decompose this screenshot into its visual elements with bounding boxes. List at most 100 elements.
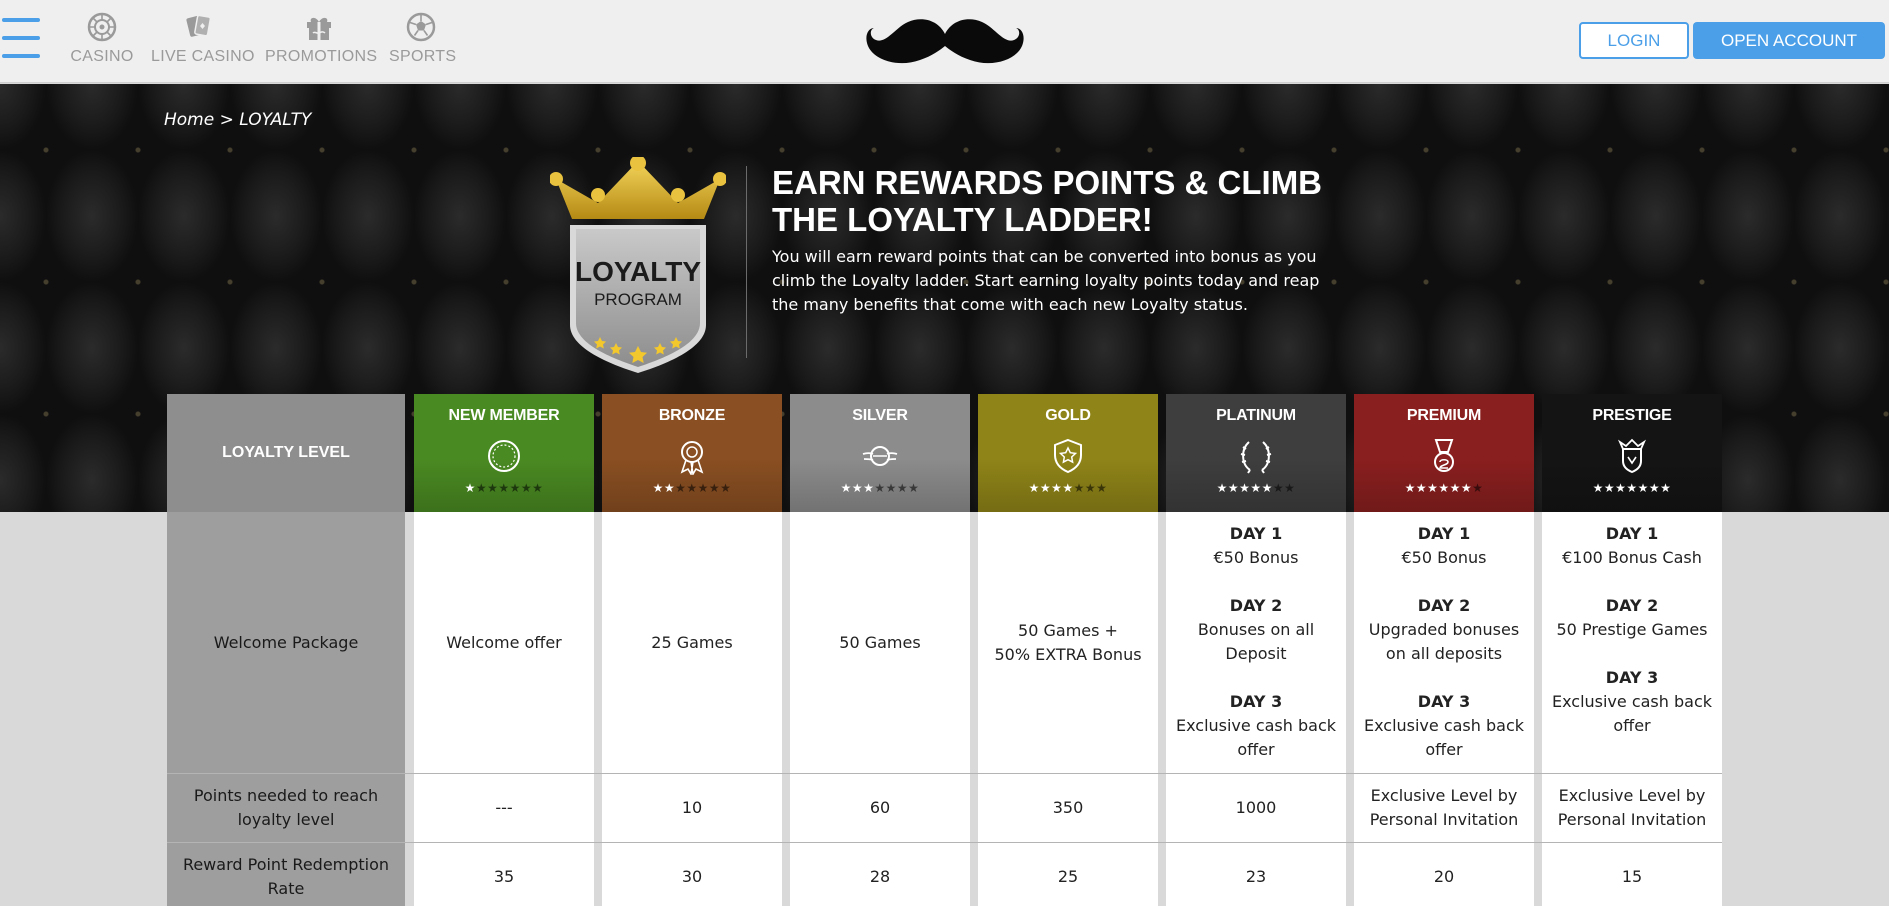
redemption-rate-value: 25	[1057, 867, 1079, 886]
level-stars: ★★★★★★★	[1542, 481, 1722, 495]
loyalty-level-header-text: LOYALTY LEVEL	[222, 444, 350, 461]
welcome-day-label: DAY 1	[1229, 524, 1283, 543]
loyalty-level-header: LOYALTY LEVEL	[167, 394, 405, 512]
level-stars: ★★★★★★★	[790, 481, 970, 495]
nav-sports[interactable]: SPORTS	[389, 12, 457, 66]
nav-promotions-label: PROMOTIONS	[265, 48, 378, 65]
points-needed-cell: Exclusive Level by Personal Invitation	[1354, 774, 1534, 842]
cards-icon	[186, 14, 212, 37]
redemption-rate-cell: 35	[414, 843, 594, 906]
star-empty-icon: ★	[720, 481, 732, 495]
redemption-rate-cell: 15	[1542, 843, 1722, 906]
row-label-points: Points needed to reach loyalty level	[167, 774, 405, 842]
star-empty-icon: ★	[532, 481, 544, 495]
star-empty-icon: ★	[686, 481, 698, 495]
welcome-day-text: offer	[1425, 740, 1463, 759]
level-name: GOLD	[1045, 407, 1091, 424]
welcome-package-text: DAY 1 €50 Bonus DAY 2 Bonuses on all Deposit…	[1166, 512, 1346, 762]
welcome-day-label: DAY 3	[1229, 692, 1283, 711]
welcome-offer-text: 25 Games	[651, 632, 733, 652]
level-stars: ★★★★★★★	[1166, 481, 1346, 495]
star-empty-icon: ★	[708, 481, 721, 495]
nav-casino[interactable]: CASINO	[70, 12, 134, 66]
points-needed-value: 1000	[1235, 798, 1277, 817]
star-filled-icon: ★	[863, 481, 875, 495]
nav-promotions[interactable]: PROMOTIONS	[265, 12, 378, 66]
breadcrumb: Home > LOYALTY	[164, 110, 311, 130]
star-filled-icon: ★	[1637, 481, 1649, 495]
star-empty-icon: ★	[475, 481, 488, 495]
level-stars: ★★★★★★★	[414, 481, 594, 495]
star-empty-icon: ★	[874, 481, 886, 495]
points-needed-cell: Exclusive Level by Personal Invitation	[1542, 774, 1722, 842]
points-needed-cell: 1000	[1166, 774, 1346, 842]
welcome-offer-text: 50% EXTRA Bonus	[994, 644, 1142, 664]
points-needed-cell: 60	[790, 774, 970, 842]
welcome-day-label: DAY 2	[1605, 596, 1659, 615]
level-header: SILVER ★★★★★★★	[790, 394, 970, 512]
breadcrumb-separator: >	[219, 110, 234, 130]
welcome-day-label: DAY 2	[1417, 596, 1471, 615]
redemption-rate-value: 23	[1245, 867, 1267, 886]
welcome-day-text: Deposit	[1225, 644, 1287, 663]
nav-sports-label: SPORTS	[389, 48, 457, 65]
row-label-points-text: Points needed to reach loyalty level	[193, 786, 379, 829]
level-header: GOLD ★★★★★★★	[978, 394, 1158, 512]
star-filled-icon: ★	[1603, 481, 1616, 495]
hero-divider	[746, 166, 747, 358]
star-filled-icon: ★	[1615, 481, 1627, 495]
star-empty-icon: ★	[885, 481, 897, 495]
mustache-logo[interactable]	[864, 14, 1026, 68]
welcome-day-label: DAY 1	[1417, 524, 1471, 543]
points-needed-value: 350	[1052, 798, 1084, 817]
points-needed-cell: ---	[414, 774, 594, 842]
star-filled-icon: ★	[1039, 481, 1052, 495]
badge-subtitle: PROGRAM	[594, 290, 682, 309]
shield-star-icon	[1054, 438, 1082, 474]
star-filled-icon: ★	[1438, 481, 1450, 495]
welcome-day-text: Exclusive cash back	[1363, 716, 1525, 735]
roulette-icon	[87, 12, 117, 42]
welcome-package-cell: Welcome offer	[414, 512, 594, 773]
redemption-rate-value: 20	[1433, 867, 1455, 886]
medal-icon	[1434, 439, 1454, 472]
row-label-welcome-text: Welcome Package	[213, 632, 359, 652]
star-filled-icon: ★	[1626, 481, 1638, 495]
star-filled-icon: ★	[1239, 481, 1251, 495]
gift-icon	[307, 17, 331, 40]
level-stars: ★★★★★★★	[978, 481, 1158, 495]
welcome-day-text: €100 Bonus Cash	[1562, 548, 1702, 567]
breadcrumb-home-link[interactable]: Home	[164, 110, 214, 130]
star-filled-icon: ★	[1415, 481, 1428, 495]
star-filled-icon: ★	[1427, 481, 1439, 495]
top-header: CASINO LIVE CASINO PROMOTIONS SPORTS LOG…	[0, 0, 1889, 83]
open-account-button[interactable]: OPEN ACCOUNT	[1693, 22, 1885, 59]
nav-live-casino[interactable]: LIVE CASINO	[151, 12, 254, 66]
star-empty-icon: ★	[675, 481, 687, 495]
level-header: PLATINUM ★★★★★★★	[1166, 394, 1346, 512]
level-header: BRONZE ★★★★★★★	[602, 394, 782, 512]
welcome-day-label: DAY 3	[1605, 668, 1659, 687]
star-empty-icon: ★	[1472, 481, 1484, 495]
welcome-package-text: 50 Games	[790, 631, 970, 655]
level-name: PLATINUM	[1216, 407, 1296, 424]
level-header: PREMIUM ★★★★★★★	[1354, 394, 1534, 512]
welcome-package-text: 50 Games + 50% EXTRA Bonus	[978, 619, 1158, 667]
redemption-rate-value: 28	[869, 867, 891, 886]
welcome-offer-text: 50 Games +	[1018, 620, 1118, 640]
nav-casino-label: CASINO	[70, 48, 134, 65]
points-needed-value: 60	[869, 798, 891, 817]
welcome-package-cell: 50 Games + 50% EXTRA Bonus	[978, 512, 1158, 773]
redemption-rate-cell: 28	[790, 843, 970, 906]
points-needed-value: 10	[681, 798, 703, 817]
welcome-package-text: Welcome offer	[414, 631, 594, 655]
star-empty-icon: ★	[1272, 481, 1285, 495]
star-filled-icon: ★	[1216, 481, 1228, 495]
welcome-day-text: Bonuses on all	[1197, 620, 1315, 639]
star-empty-icon: ★	[487, 481, 499, 495]
login-button[interactable]: LOGIN	[1579, 22, 1689, 59]
welcome-package-text: 25 Games	[602, 631, 782, 655]
hero-description: You will earn reward points that can be …	[772, 247, 1320, 314]
menu-icon[interactable]	[2, 16, 40, 60]
star-filled-icon: ★	[464, 481, 476, 495]
